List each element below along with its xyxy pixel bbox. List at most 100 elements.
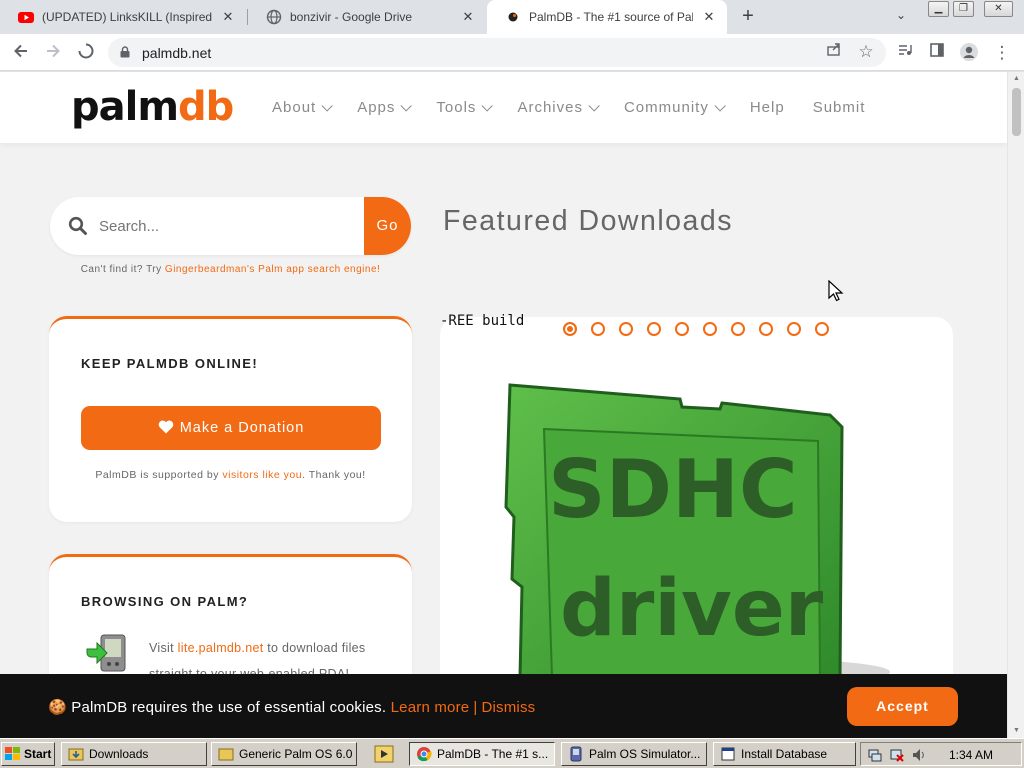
tab-google-drive[interactable]: bonzivir - Google Drive ✕: [248, 0, 486, 34]
task-label: Generic Palm OS 6.0: [239, 747, 353, 761]
taskbar-item-downloads[interactable]: Downloads: [61, 742, 207, 766]
media-controls-icon[interactable]: [894, 42, 916, 64]
side-panel-icon[interactable]: [926, 42, 948, 64]
lite-palmdb-link[interactable]: lite.palmdb.net: [178, 641, 264, 655]
heart-icon: [158, 420, 173, 434]
learn-more-link[interactable]: Learn more: [391, 699, 470, 716]
forward-arrow-icon[interactable]: [42, 42, 64, 64]
site-header: palmdb About Apps Tools Archives Communi…: [0, 72, 1007, 143]
clock: 1:34 AM: [948, 748, 993, 762]
dismiss-link[interactable]: Dismiss: [481, 699, 535, 716]
scrollbar-thumb[interactable]: [1012, 88, 1021, 136]
donate-note-suffix: . Thank you!: [302, 469, 366, 481]
nav-help[interactable]: Help: [750, 99, 785, 116]
chevron-down-icon: [400, 99, 413, 112]
install-database-icon: [721, 747, 735, 761]
visit-prefix: Visit: [149, 641, 178, 655]
search-go-button[interactable]: Go: [364, 197, 411, 255]
nav-tools[interactable]: Tools: [436, 99, 494, 116]
chevron-down-icon: [481, 99, 494, 112]
slider-dot[interactable]: [563, 322, 577, 336]
featured-downloads-heading: Featured Downloads: [443, 205, 733, 237]
nav-about[interactable]: About: [272, 99, 333, 116]
nav-apps[interactable]: Apps: [357, 99, 413, 116]
back-arrow-icon[interactable]: [10, 42, 32, 64]
page-scrollbar[interactable]: ▲ ▼: [1007, 72, 1024, 738]
slider-dot[interactable]: [647, 322, 661, 336]
main-nav: About Apps Tools Archives Community Help…: [272, 99, 893, 116]
slider-dot[interactable]: [731, 322, 745, 336]
tab-strip: (UPDATED) LinksKILL (Inspired By ✕ bonzi…: [0, 0, 1024, 34]
slider-dot[interactable]: [787, 322, 801, 336]
taskbar-item-generic-palm[interactable]: Generic Palm OS 6.0: [211, 742, 357, 766]
tab-title: (UPDATED) LinksKILL (Inspired By: [42, 10, 212, 24]
system-tray: 1:34 AM: [860, 742, 1022, 766]
taskbar-item-install-database[interactable]: Install Database: [713, 742, 856, 766]
address-bar[interactable]: palmdb.net ☆: [108, 38, 886, 67]
taskbar-item-palmdb[interactable]: PalmDB - The #1 s...: [409, 742, 555, 766]
loading-spinner-icon[interactable]: [75, 42, 97, 64]
start-button[interactable]: Start: [1, 742, 55, 766]
scroll-down-arrow-icon[interactable]: ▼: [1008, 724, 1024, 738]
palmdb-logo[interactable]: palmdb: [71, 82, 234, 132]
slider-dot[interactable]: [619, 322, 633, 336]
visitors-link[interactable]: visitors like you: [222, 469, 302, 481]
donate-card-heading: KEEP PALMDB ONLINE!: [81, 356, 259, 371]
logo-part-palm: palm: [71, 84, 179, 130]
volume-icon[interactable]: [911, 747, 927, 763]
slider-dot[interactable]: [591, 322, 605, 336]
media-player-icon[interactable]: [373, 743, 395, 765]
image-text-sdhc: SDHC: [548, 443, 798, 536]
accept-cookies-button[interactable]: Accept: [847, 687, 958, 726]
slider-dot[interactable]: [815, 322, 829, 336]
search-input[interactable]: [99, 218, 349, 235]
palm-card-heading: BROWSING ON PALM?: [81, 594, 249, 609]
tab-palmdb[interactable]: PalmDB - The #1 source of Palm ✕: [487, 0, 727, 34]
nav-archives[interactable]: Archives: [517, 99, 600, 116]
nav-community[interactable]: Community: [623, 99, 726, 116]
tab-search-chevron-icon[interactable]: ⌄: [896, 8, 906, 22]
chevron-down-icon: [588, 99, 600, 112]
search-box: Go: [50, 197, 411, 255]
browser-toolbar: palmdb.net ☆ ⋮: [0, 34, 1024, 71]
close-tab-icon[interactable]: ✕: [701, 9, 717, 25]
new-tab-icon[interactable]: +: [737, 6, 759, 28]
chevron-down-icon: [321, 99, 333, 112]
start-label: Start: [24, 747, 52, 761]
network-disconnected-icon[interactable]: [889, 747, 905, 763]
taskbar-item-palm-simulator[interactable]: Palm OS Simulator...: [561, 742, 707, 766]
network-icon[interactable]: [867, 747, 883, 763]
slider-dot[interactable]: [759, 322, 773, 336]
cookie-separator: |: [473, 699, 478, 716]
search-engine-link[interactable]: Gingerbeardman's Palm app search engine!: [165, 264, 380, 275]
minimize-window-icon[interactable]: ▁: [928, 1, 949, 17]
slider-dot[interactable]: [675, 322, 689, 336]
donate-button[interactable]: Make a Donation: [81, 406, 381, 450]
palmdb-favicon: [508, 12, 518, 22]
search-icon: [68, 216, 87, 235]
close-tab-icon[interactable]: ✕: [220, 9, 236, 25]
tab-youtube[interactable]: (UPDATED) LinksKILL (Inspired By ✕: [0, 0, 246, 34]
nav-submit[interactable]: Submit: [813, 99, 866, 116]
donate-note-text: PalmDB is supported by: [95, 469, 223, 481]
nav-label: About: [272, 99, 317, 116]
donate-button-label: Make a Donation: [179, 420, 305, 436]
close-window-icon[interactable]: ✕: [984, 1, 1013, 17]
bookmark-star-icon[interactable]: ☆: [855, 41, 877, 63]
page-viewport: palmdb About Apps Tools Archives Communi…: [0, 72, 1024, 738]
url-text[interactable]: palmdb.net: [142, 45, 211, 61]
share-icon[interactable]: [823, 41, 845, 63]
close-tab-icon[interactable]: ✕: [460, 9, 476, 25]
globe-icon: [266, 9, 282, 25]
profile-avatar-icon[interactable]: [958, 42, 980, 64]
task-label: Palm OS Simulator...: [589, 747, 701, 761]
slider-dot[interactable]: [703, 322, 717, 336]
pda-download-icon: [86, 634, 126, 672]
restore-window-icon[interactable]: ❐: [953, 1, 974, 17]
task-label: Install Database: [741, 747, 828, 761]
task-label: Downloads: [89, 747, 149, 761]
windows-flag-icon: [5, 747, 20, 760]
kebab-menu-icon[interactable]: ⋮: [991, 42, 1013, 64]
scroll-up-arrow-icon[interactable]: ▲: [1008, 72, 1024, 86]
nav-label: Community: [623, 99, 709, 116]
